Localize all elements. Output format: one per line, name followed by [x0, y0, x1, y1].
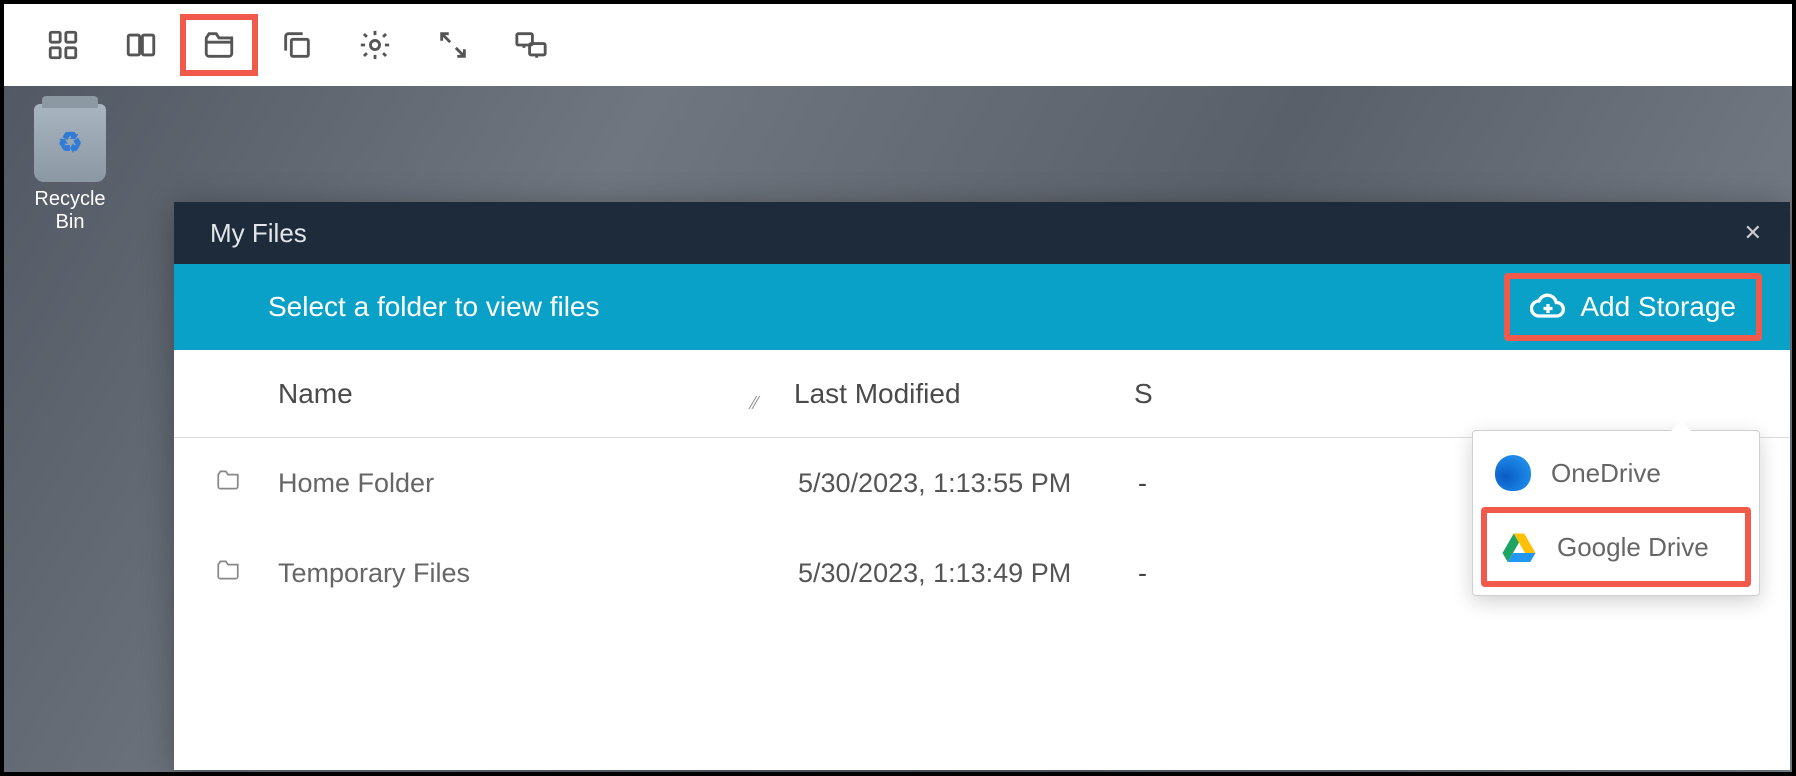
cloud-plus-icon	[1530, 289, 1566, 325]
apps-icon[interactable]	[24, 14, 102, 76]
row-modified: 5/30/2023, 1:13:55 PM	[798, 468, 1138, 499]
recycle-bin[interactable]: ♻ Recycle Bin	[20, 104, 120, 234]
desktop-area: ♻ Recycle Bin My Files ✕ Select a folder…	[4, 86, 1792, 772]
col-modified[interactable]: ⁄⁄ Last Modified	[794, 378, 1134, 410]
row-name: Home Folder	[250, 468, 798, 499]
fullscreen-icon[interactable]	[414, 14, 492, 76]
window-title: My Files	[210, 218, 307, 249]
top-toolbar	[4, 4, 1792, 86]
close-icon[interactable]: ✕	[1744, 220, 1762, 246]
table-header: Name ⁄⁄ Last Modified S	[174, 350, 1790, 438]
dropdown-item-google-drive[interactable]: Google Drive	[1481, 507, 1751, 587]
banner-text: Select a folder to view files	[268, 291, 600, 323]
onedrive-icon	[1495, 455, 1531, 491]
my-files-window: My Files ✕ Select a folder to view files…	[174, 202, 1790, 770]
add-storage-dropdown: OneDrive Google Drive	[1472, 430, 1760, 596]
window-titlebar: My Files ✕	[174, 202, 1790, 264]
dropdown-label: OneDrive	[1551, 458, 1661, 489]
copy-icon[interactable]	[258, 14, 336, 76]
gear-icon[interactable]	[336, 14, 414, 76]
column-resize-icon[interactable]: ⁄⁄	[752, 393, 758, 414]
row-size: -	[1138, 468, 1258, 499]
google-drive-icon	[1501, 529, 1537, 565]
displays-icon[interactable]	[492, 14, 570, 76]
col-size[interactable]: S	[1134, 378, 1254, 410]
windows-icon[interactable]	[102, 14, 180, 76]
col-name[interactable]: Name	[174, 378, 794, 410]
recycle-bin-icon: ♻	[34, 104, 106, 182]
row-size: -	[1138, 558, 1258, 589]
row-name: Temporary Files	[250, 558, 798, 589]
banner-bar: Select a folder to view files Add Storag…	[174, 264, 1790, 350]
dropdown-label: Google Drive	[1557, 532, 1709, 563]
dropdown-item-onedrive[interactable]: OneDrive	[1481, 439, 1751, 507]
folder-open-icon[interactable]	[180, 14, 258, 76]
add-storage-button[interactable]: Add Storage	[1504, 273, 1762, 341]
row-modified: 5/30/2023, 1:13:49 PM	[798, 558, 1138, 589]
folder-icon	[206, 557, 250, 590]
folder-icon	[206, 467, 250, 500]
add-storage-label: Add Storage	[1580, 291, 1736, 323]
recycle-bin-label: Recycle Bin	[20, 188, 120, 234]
